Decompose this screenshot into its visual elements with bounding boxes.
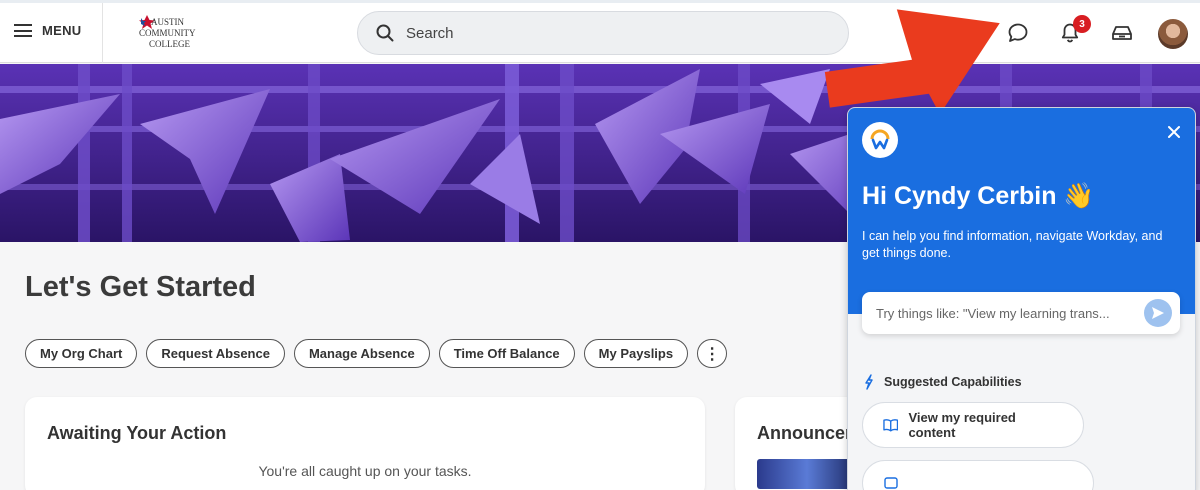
assistant-prompt-box[interactable] bbox=[862, 292, 1180, 334]
search-bar[interactable] bbox=[357, 11, 849, 55]
awaiting-action-message: You're all caught up on your tasks. bbox=[258, 463, 472, 479]
header-divider bbox=[102, 3, 103, 63]
quick-links: My Org Chart Request Absence Manage Abse… bbox=[25, 339, 728, 368]
capability-icon bbox=[884, 477, 898, 489]
hamburger-icon bbox=[14, 24, 32, 37]
page-title: Let's Get Started bbox=[25, 271, 256, 303]
quick-link-my-org-chart[interactable]: My Org Chart bbox=[25, 339, 138, 368]
quick-link-manage-absence[interactable]: Manage Absence bbox=[293, 339, 430, 368]
search-input[interactable] bbox=[406, 24, 826, 42]
capability-view-required-content[interactable]: View my required content bbox=[862, 402, 1084, 448]
send-icon bbox=[1152, 307, 1164, 319]
notification-badge: 3 bbox=[1073, 15, 1091, 33]
assistant-intro: I can help you find information, navigat… bbox=[862, 229, 1163, 260]
capability-label: View my required content bbox=[908, 410, 1016, 440]
assistant-header bbox=[848, 108, 1195, 314]
logo-text-line-3: COLLEGE bbox=[149, 39, 190, 49]
quick-link-time-off-balance[interactable]: Time Off Balance bbox=[438, 339, 575, 368]
awaiting-action-card: Awaiting Your Action You're all caught u… bbox=[25, 397, 705, 490]
user-avatar[interactable] bbox=[1158, 19, 1188, 49]
assistant-panel: Hi Cyndy Cerbin 👋 I can help you find in… bbox=[847, 107, 1196, 490]
suggested-capabilities-heading: Suggested Capabilities bbox=[864, 374, 1022, 390]
suggested-capabilities-label: Suggested Capabilities bbox=[884, 375, 1022, 389]
menu-button[interactable]: MENU bbox=[14, 23, 81, 38]
announcements-card: Announcements bbox=[735, 397, 865, 490]
awaiting-action-title: Awaiting Your Action bbox=[47, 423, 227, 443]
workday-logo-icon bbox=[862, 122, 898, 158]
college-logo[interactable]: AUSTIN COMMUNITY COLLEGE bbox=[137, 15, 196, 51]
assistant-greeting: Hi Cyndy Cerbin 👋 bbox=[862, 182, 1095, 210]
logo-text-line-2: COMMUNITY bbox=[139, 28, 196, 38]
menu-label: MENU bbox=[42, 23, 82, 38]
announcement-thumbnail[interactable] bbox=[757, 459, 857, 489]
quick-link-request-absence[interactable]: Request Absence bbox=[146, 339, 285, 368]
book-icon bbox=[883, 419, 899, 432]
quick-link-my-payslips[interactable]: My Payslips bbox=[583, 339, 689, 368]
lightning-icon bbox=[865, 374, 873, 390]
app-header: MENU AUSTIN COMMUNITY COLLEGE 3 bbox=[0, 3, 1200, 63]
assistant-input[interactable] bbox=[876, 305, 1126, 321]
close-icon[interactable] bbox=[1164, 122, 1184, 142]
capability-next[interactable] bbox=[862, 460, 1094, 490]
send-button[interactable] bbox=[1144, 299, 1172, 327]
logo-text-line-1: AUSTIN bbox=[151, 17, 184, 27]
search-icon bbox=[376, 24, 394, 42]
inbox-icon[interactable] bbox=[1110, 21, 1134, 45]
more-options-button[interactable]: ⋮ bbox=[697, 339, 728, 368]
